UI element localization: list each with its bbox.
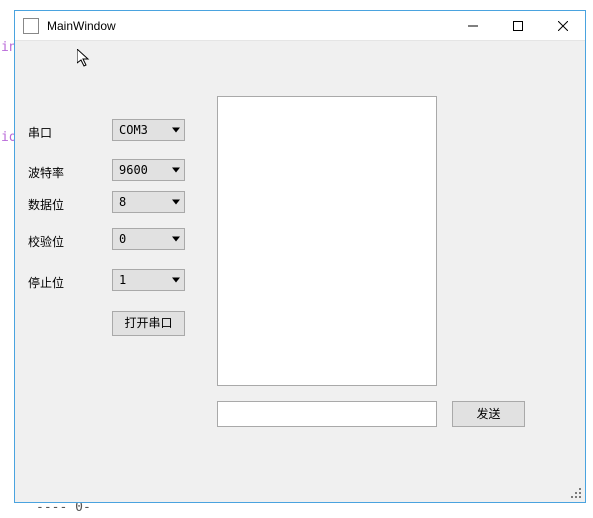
maximize-button[interactable]	[495, 11, 540, 40]
send-button-label: 发送	[476, 407, 500, 421]
maximize-icon	[513, 21, 523, 31]
databits-label: 数据位	[28, 196, 78, 213]
main-window: MainWindow 串口 COM3 波特率	[14, 10, 586, 503]
port-label: 串口	[28, 124, 78, 141]
window-title: MainWindow	[47, 19, 116, 33]
send-button[interactable]: 发送	[452, 401, 525, 427]
chevron-down-icon	[172, 200, 180, 205]
size-grip-icon	[569, 486, 583, 500]
size-grip[interactable]	[569, 486, 583, 500]
stopbits-combo[interactable]: 1	[112, 269, 185, 291]
baud-label: 波特率	[28, 164, 78, 181]
open-port-button[interactable]: 打开串口	[112, 311, 185, 336]
send-input[interactable]	[217, 401, 437, 427]
window-controls	[450, 11, 585, 40]
client-area: 串口 COM3 波特率 9600 数据位 8 校验位 0 停止位	[15, 41, 585, 502]
close-icon	[558, 21, 568, 31]
databits-combo-value: 8	[119, 195, 126, 209]
baud-combo-value: 9600	[119, 163, 148, 177]
stopbits-combo-value: 1	[119, 273, 126, 287]
app-icon	[23, 18, 39, 34]
minimize-icon	[468, 21, 478, 31]
minimize-button[interactable]	[450, 11, 495, 40]
baud-combo[interactable]: 9600	[112, 159, 185, 181]
titlebar[interactable]: MainWindow	[15, 11, 585, 41]
chevron-down-icon	[172, 237, 180, 242]
parity-combo[interactable]: 0	[112, 228, 185, 250]
parity-combo-value: 0	[119, 232, 126, 246]
parity-label: 校验位	[28, 233, 78, 250]
port-combo-value: COM3	[119, 123, 148, 137]
databits-combo[interactable]: 8	[112, 191, 185, 213]
chevron-down-icon	[172, 128, 180, 133]
stopbits-label: 停止位	[28, 274, 78, 291]
receive-textarea[interactable]	[217, 96, 437, 386]
cursor-icon	[77, 49, 93, 69]
port-combo[interactable]: COM3	[112, 119, 185, 141]
close-button[interactable]	[540, 11, 585, 40]
chevron-down-icon	[172, 278, 180, 283]
chevron-down-icon	[172, 168, 180, 173]
open-port-button-label: 打开串口	[124, 316, 172, 330]
